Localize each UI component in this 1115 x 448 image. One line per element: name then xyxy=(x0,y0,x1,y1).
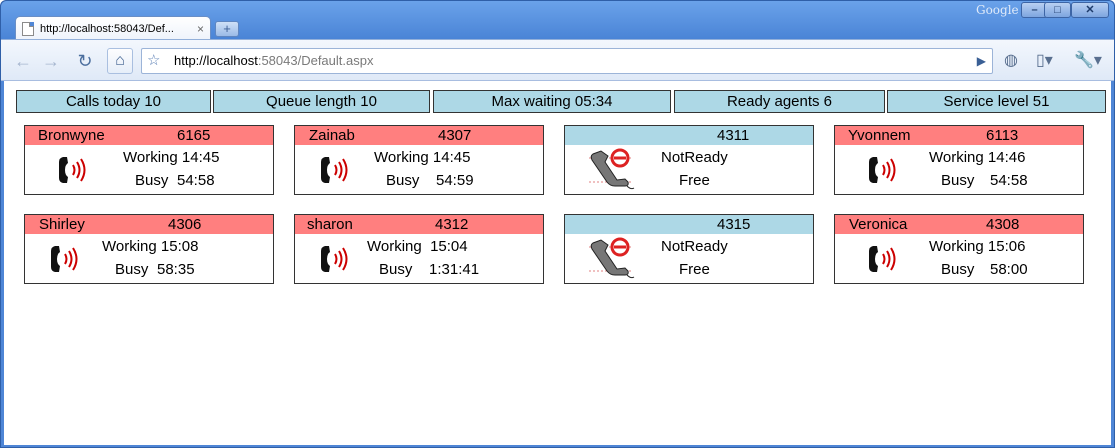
agent-card-header: 4311 xyxy=(565,126,813,145)
browser-tab[interactable]: http://localhost:58043/Def... × xyxy=(15,16,211,40)
bookmark-star-icon[interactable]: ☆ xyxy=(147,49,160,73)
stat-max-waiting: Max waiting 05:34 xyxy=(433,90,671,113)
agent-card[interactable]: Yvonnem 6113 Working 14:46 Busy 54:58 xyxy=(834,125,1084,195)
agent-extension: 4315 xyxy=(717,216,751,233)
new-tab-button[interactable]: + xyxy=(215,21,239,37)
address-url: http://localhost:58043/Default.aspx xyxy=(174,49,373,73)
page-icon xyxy=(22,21,34,36)
agent-card-header: Veronica 4308 xyxy=(835,215,1083,234)
agent-name: Shirley xyxy=(39,216,85,233)
agent-card[interactable]: sharon 4312 Working 15:04 Busy 1:31:41 xyxy=(294,214,544,284)
agent-status: Working 15:06 xyxy=(929,238,1026,255)
title-bar: http://localhost:58043/Def... × + Google… xyxy=(1,1,1114,40)
agent-extension: 6165 xyxy=(177,127,211,144)
stat-calls-today: Calls today 10 xyxy=(16,90,211,113)
stat-service-level: Service level 51 xyxy=(887,90,1106,113)
tab-close-icon[interactable]: × xyxy=(197,22,204,36)
agent-extension: 4311 xyxy=(717,127,750,144)
agent-phone-state: Free xyxy=(679,172,710,189)
agent-status: Working 15:04 xyxy=(367,238,468,255)
agent-card-header: sharon 4312 xyxy=(295,215,543,234)
agent-card-header: Zainab 4307 xyxy=(295,126,543,145)
url-host: http://localhost xyxy=(174,53,258,68)
ringing-phone-icon xyxy=(57,153,87,187)
agent-extension: 4312 xyxy=(435,216,469,233)
agent-extension: 4308 xyxy=(986,216,1020,233)
agent-extension: 6113 xyxy=(986,127,1019,144)
agent-name: Bronwyne xyxy=(38,127,105,144)
agent-busy-time: 58:35 xyxy=(157,261,195,278)
ringing-phone-icon xyxy=(319,153,349,187)
agent-card[interactable]: Veronica 4308 Working 15:06 Busy 58:00 xyxy=(834,214,1084,284)
agent-name: Yvonnem xyxy=(848,127,911,144)
ringing-phone-icon xyxy=(49,242,79,276)
agent-card[interactable]: Shirley 4306 Working 15:08 Busy 58:35 xyxy=(24,214,274,284)
agent-phone-state: Busy xyxy=(386,172,420,189)
agent-status: Working 14:45 xyxy=(123,149,220,166)
wrench-menu-icon[interactable]: 🔧▾ xyxy=(1074,50,1102,70)
agent-extension: 4307 xyxy=(438,127,472,144)
reload-button[interactable]: ↻ xyxy=(73,49,97,73)
agent-name: sharon xyxy=(307,216,353,233)
agent-name: Veronica xyxy=(849,216,908,233)
globe-icon[interactable]: ◍ xyxy=(1004,50,1018,70)
stat-ready-agents: Ready agents 6 xyxy=(674,90,885,113)
agent-phone-state: Busy xyxy=(135,172,169,189)
agent-card[interactable]: Zainab 4307 Working 14:45 Busy 54:59 xyxy=(294,125,544,195)
agent-card[interactable]: 4315 NotReady Free xyxy=(564,214,814,284)
agent-phone-state: Busy xyxy=(941,172,975,189)
ringing-phone-icon xyxy=(867,153,897,187)
dashboard-content: Calls today 10 Queue length 10 Max waiti… xyxy=(4,81,1111,445)
ringing-phone-icon xyxy=(319,242,349,276)
agent-busy-time: 54:58 xyxy=(177,172,215,189)
agent-phone-state: Free xyxy=(679,261,710,278)
agent-status: NotReady xyxy=(661,149,728,166)
home-button[interactable]: ⌂ xyxy=(107,48,133,74)
url-path: :58043/Default.aspx xyxy=(257,53,374,68)
agent-card[interactable]: 4311 NotReady Free xyxy=(564,125,814,195)
agent-card-header: 4315 xyxy=(565,215,813,234)
browser-toolbar: ← → ↻ ⌂ ☆ http://localhost:58043/Default… xyxy=(1,39,1114,81)
agent-phone-state: Busy xyxy=(941,261,975,278)
agent-status: Working 14:45 xyxy=(374,149,471,166)
agent-busy-time: 54:59 xyxy=(436,172,474,189)
agent-status: Working 15:08 xyxy=(102,238,199,255)
close-window-button[interactable]: ✕ xyxy=(1071,2,1109,18)
agent-busy-time: 58:00 xyxy=(990,261,1028,278)
agent-card-header: Yvonnem 6113 xyxy=(835,126,1083,145)
browser-window: http://localhost:58043/Def... × + Google… xyxy=(0,0,1115,448)
agent-extension: 4306 xyxy=(168,216,202,233)
agent-name: Zainab xyxy=(309,127,355,144)
phone-blocked-icon xyxy=(587,148,635,192)
maximize-button[interactable]: □ xyxy=(1044,2,1071,18)
agent-status: Working 14:46 xyxy=(929,149,1026,166)
ringing-phone-icon xyxy=(867,242,897,276)
tab-title: http://localhost:58043/Def... xyxy=(40,22,174,35)
page-menu-icon[interactable]: ▯▾ xyxy=(1036,50,1053,70)
agent-phone-state: Busy xyxy=(115,261,149,278)
agent-busy-time: 54:58 xyxy=(990,172,1028,189)
agent-status: NotReady xyxy=(661,238,728,255)
agent-card-header: Shirley 4306 xyxy=(25,215,273,234)
agent-card[interactable]: Bronwyne 6165 Working 14:45 Busy 54:58 xyxy=(24,125,274,195)
forward-button[interactable]: → xyxy=(39,49,63,73)
agent-card-header: Bronwyne 6165 xyxy=(25,126,273,145)
stat-queue-length: Queue length 10 xyxy=(213,90,430,113)
back-button[interactable]: ← xyxy=(11,49,35,73)
go-icon[interactable]: ▶ xyxy=(977,49,986,73)
agent-busy-time: 1:31:41 xyxy=(429,261,480,278)
agent-phone-state: Busy xyxy=(379,261,413,278)
phone-blocked-icon xyxy=(587,237,635,281)
browser-brand: Google xyxy=(976,3,1019,17)
address-bar[interactable]: ☆ http://localhost:58043/Default.aspx ▶ xyxy=(141,48,993,74)
